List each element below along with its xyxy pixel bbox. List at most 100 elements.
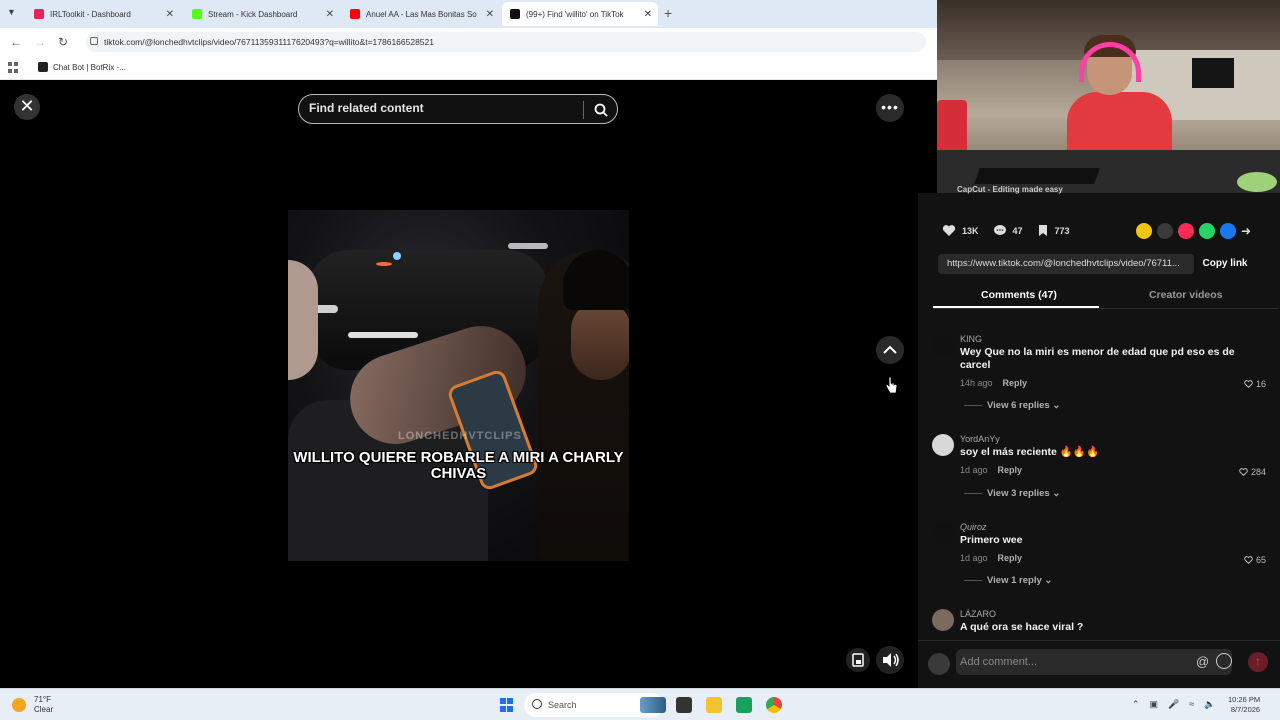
add-comment-input[interactable] [956,649,1232,675]
comment-username[interactable]: KING [960,334,982,344]
search-highlight-icon[interactable] [640,697,666,713]
tab-creator-videos[interactable]: Creator videos [1149,289,1223,301]
avatar[interactable] [932,609,954,631]
like-stat[interactable]: 13K [942,224,979,237]
weather-widget[interactable]: 71°F Clear [12,695,53,715]
post-comment-button[interactable]: ↑ [1248,652,1268,672]
view-replies-label: View 1 reply [987,575,1042,586]
pip-icon[interactable] [846,648,870,672]
video-frame[interactable]: LONCHEDHVTCLIPS WILLITO QUIERE ROBARLE A… [288,210,629,561]
like-count: 65 [1255,555,1266,565]
related-search-box[interactable] [298,94,618,124]
search-icon[interactable] [593,102,609,118]
avatar[interactable] [932,334,954,356]
browser-tab-youtube[interactable]: Anuel AA - Las Mas Bonitas So ✕ [342,2,500,26]
like-count: 284 [1250,467,1266,477]
more-icon[interactable]: ••• [876,94,904,122]
comment-text: Primero wee [960,534,1023,546]
new-tab-icon[interactable]: + [664,5,672,21]
back-icon[interactable]: ← [10,35,22,49]
chevron-up-icon[interactable] [876,336,904,364]
windows-start-icon[interactable] [500,698,514,712]
kick-favicon-icon [192,9,202,19]
bookmark-chatbot[interactable]: Chat Bot | BotRix -... [38,62,126,72]
video-watermark: LONCHEDHVTCLIPS [398,430,522,442]
weather-temp: 71°F [34,695,51,704]
comment-username[interactable]: LÁZARO [960,609,996,619]
save-count: 773 [1054,225,1070,236]
tab-close-icon[interactable]: ✕ [166,9,174,20]
share-link-field[interactable]: https://www.tiktok.com/@lonchedhvtclips/… [938,254,1194,274]
view-replies-button[interactable]: View 3 replies ⌄ [964,488,1060,499]
comment-meta: 1d ago Reply [960,553,1022,563]
chrome-icon[interactable] [766,697,782,713]
reload-icon[interactable]: ↻ [58,35,68,49]
copy-link-button[interactable]: Copy link [1194,254,1256,274]
browser-tab-kick[interactable]: Stream - Kick Dashboard ✕ [184,2,340,26]
chevron-up-icon[interactable]: ⌃ [1132,699,1140,710]
comment-username[interactable]: YordAnYy [960,434,1000,444]
capcut-banner[interactable]: CapCut - Editing made easy [937,185,1280,197]
comment-time: 1d ago [960,465,988,475]
speaker-icon[interactable]: 🔈 [1204,699,1215,710]
comment-meta: 14h ago Reply [960,378,1027,388]
bookmark-label: Chat Bot | BotRix -... [53,62,126,72]
video-stats: 13K 47 773 [942,224,1084,237]
tab-close-icon[interactable]: ✕ [486,9,494,20]
file-explorer-icon[interactable] [706,697,722,713]
mic-icon[interactable]: 🎤 [1168,699,1179,710]
comment-item: Quiroz Primero wee 1d ago Reply 65 View 1… [932,522,1272,590]
tiktok-favicon-icon [510,9,520,19]
task-view-icon[interactable] [676,697,692,713]
volume-icon[interactable] [876,646,904,674]
tab-close-icon[interactable]: ✕ [326,9,334,20]
save-stat[interactable]: 773 [1037,224,1070,237]
heart-icon [1239,468,1248,476]
share-arrow-icon[interactable]: ➜ [1241,223,1257,239]
reply-button[interactable]: Reply [998,465,1023,475]
comment-likes[interactable]: 65 [1244,555,1266,565]
view-replies-button[interactable]: View 6 replies ⌄ [964,400,1060,411]
tab-title: Anuel AA - Las Mas Bonitas So [366,9,477,19]
comment-stat[interactable]: 47 [993,224,1023,237]
reply-button[interactable]: Reply [1003,378,1028,388]
windows-taskbar: 71°F Clear Search ⌃ ▣ 🎤 ≈ 🔈 10:26 PM 8/7… [0,688,1280,720]
network-icon[interactable]: ▣ [1150,699,1159,710]
comment-likes[interactable]: 16 [1244,379,1266,389]
forward-icon[interactable]: → [34,35,46,49]
whatsapp-icon[interactable] [1199,223,1215,239]
embed-icon[interactable] [1157,223,1173,239]
comment-username[interactable]: Quiroz [960,522,987,532]
wifi-icon[interactable]: ≈ [1189,699,1194,710]
browser-tab-tiktok[interactable]: (99+) Find 'willito' on TikTok ✕ [502,2,658,26]
address-bar-row: ← → ↻ tiktok.com/@lonchedhvtclips/video/… [0,28,937,56]
browser-tab-bar: ▼ IRLToolkit - Dashboard ✕ Stream - Kick… [0,0,937,28]
site-info-icon[interactable] [90,37,98,45]
emoji-icon[interactable] [1216,653,1232,669]
search-input[interactable] [309,101,569,115]
weather-desc: Clear [34,705,54,714]
comment-likes[interactable]: 284 [1239,467,1266,477]
mention-icon[interactable]: @ [1196,654,1209,669]
taskbar-clock[interactable]: 10:26 PM 8/7/2026 [1228,695,1260,715]
url-field[interactable]: tiktok.com/@lonchedhvtclips/video/767113… [86,32,926,52]
view-replies-button[interactable]: View 1 reply ⌄ [964,575,1052,586]
facebook-icon[interactable] [1220,223,1236,239]
tab-search-menu-icon[interactable]: ▼ [7,7,16,17]
avatar [928,653,950,675]
chevron-down-icon: ⌄ [1052,400,1061,411]
avatar[interactable] [932,522,954,544]
coin-share-icon[interactable] [1136,223,1152,239]
tab-comments[interactable]: Comments (47) [981,289,1057,301]
comment-item: YordAnYy soy el más reciente 🔥🔥🔥 1d ago R… [932,434,1272,502]
reply-button[interactable]: Reply [998,553,1023,563]
send-to-friends-icon[interactable] [1178,223,1194,239]
app-icon[interactable] [736,697,752,713]
apps-grid-icon[interactable] [8,62,19,73]
like-count: 16 [1255,379,1266,389]
browser-tab-irltoolkit[interactable]: IRLToolkit - Dashboard ✕ [26,2,180,26]
tab-close-icon[interactable]: ✕ [644,9,652,20]
bookmark-icon [1038,225,1047,236]
avatar[interactable] [932,434,954,456]
close-icon[interactable]: ✕ [14,94,40,120]
